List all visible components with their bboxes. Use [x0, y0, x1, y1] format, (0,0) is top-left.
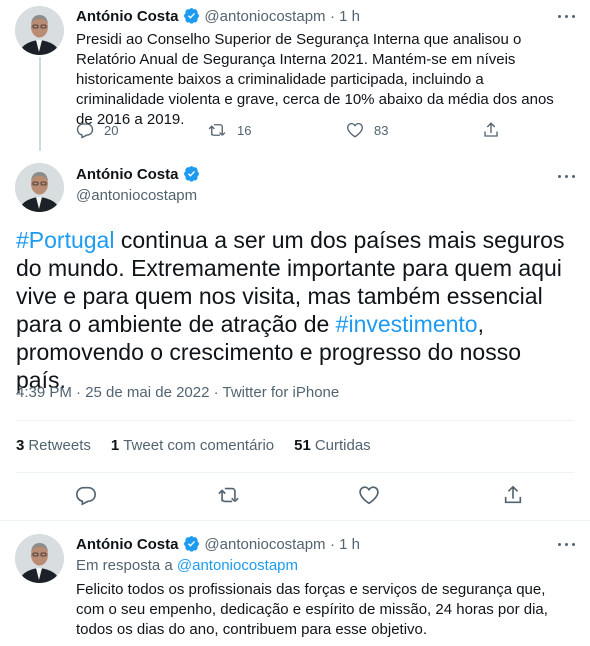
retweet-count: 16: [237, 122, 252, 138]
likes-stat[interactable]: 51 Curtidas: [294, 437, 371, 454]
verified-icon: [184, 536, 199, 552]
retweet-button[interactable]: 16: [207, 121, 251, 139]
avatar-image: [15, 534, 64, 583]
reply-count: 20: [104, 122, 119, 138]
reply-icon: [76, 123, 94, 139]
verified-icon: [184, 8, 199, 24]
like-icon: [347, 122, 363, 138]
tweet-text: Felicito todos os profissionais das forç…: [76, 581, 548, 638]
more-icon[interactable]: [556, 6, 578, 26]
divider: [16, 472, 574, 473]
quotes-stat-count: 1: [110, 437, 120, 454]
author-handle[interactable]: @antoniocostapm: [204, 536, 325, 553]
like-count: 83: [374, 122, 389, 138]
quotes-stat-label: Tweet com comentário: [123, 437, 275, 454]
reply-button[interactable]: 20: [76, 121, 118, 139]
reply-prefix: Em resposta a: [76, 557, 177, 574]
share-button[interactable]: [482, 121, 510, 139]
likes-stat-count: 51: [294, 437, 311, 454]
quotes-stat[interactable]: 1 Tweet com comentário: [111, 437, 274, 454]
tweet-time[interactable]: · 1 h: [330, 8, 360, 25]
tweet-text: Presidi ao Conselho Superior de Seguranç…: [76, 31, 554, 128]
divider: [0, 520, 590, 521]
retweet-icon: [218, 487, 239, 503]
avatar[interactable]: [15, 6, 64, 55]
retweets-stat-count: 3: [16, 437, 25, 454]
retweet-icon: [208, 124, 226, 136]
tweet-time[interactable]: · 1 h: [330, 536, 360, 553]
reply-icon: [76, 486, 96, 506]
share-icon: [484, 122, 498, 137]
tweet-meta[interactable]: 4:39 PM · 25 de mai de 2022 · Twitter fo…: [16, 384, 339, 401]
reply-context: Em resposta a @antoniocostapm: [76, 557, 298, 574]
hashtag-link[interactable]: #Portugal: [16, 227, 114, 253]
retweets-stat[interactable]: 3 Retweets: [16, 437, 91, 454]
avatar[interactable]: [15, 534, 64, 583]
likes-stat-label: Curtidas: [314, 437, 371, 454]
avatar[interactable]: [15, 163, 64, 212]
tweet-text: #Portugal continua a ser um dos países m…: [16, 226, 576, 394]
author-handle[interactable]: @antoniocostapm: [76, 187, 197, 204]
more-icon[interactable]: [556, 534, 578, 554]
author-name[interactable]: António Costa: [76, 8, 179, 25]
share-icon: [504, 485, 522, 504]
retweet-button[interactable]: [217, 484, 240, 511]
author-name[interactable]: António Costa: [76, 166, 179, 183]
reply-handle-link[interactable]: @antoniocostapm: [177, 557, 298, 574]
retweets-stat-label: Retweets: [28, 437, 91, 454]
thread-line: [39, 57, 41, 151]
verified-icon: [184, 166, 199, 182]
reply-button[interactable]: [75, 484, 97, 511]
share-button[interactable]: [502, 484, 524, 511]
hashtag-link[interactable]: #investimento: [336, 311, 478, 337]
divider: [16, 420, 574, 421]
like-button[interactable]: 83: [346, 121, 388, 139]
author-handle[interactable]: @antoniocostapm: [204, 8, 325, 25]
avatar-image: [15, 163, 64, 212]
author-name[interactable]: António Costa: [76, 536, 179, 553]
like-button[interactable]: [358, 484, 380, 511]
engagement-stats: 3 Retweets 1 Tweet com comentário 51 Curtid…: [16, 437, 371, 454]
avatar-image: [15, 6, 64, 55]
like-icon: [359, 486, 379, 505]
more-icon[interactable]: [556, 166, 578, 186]
